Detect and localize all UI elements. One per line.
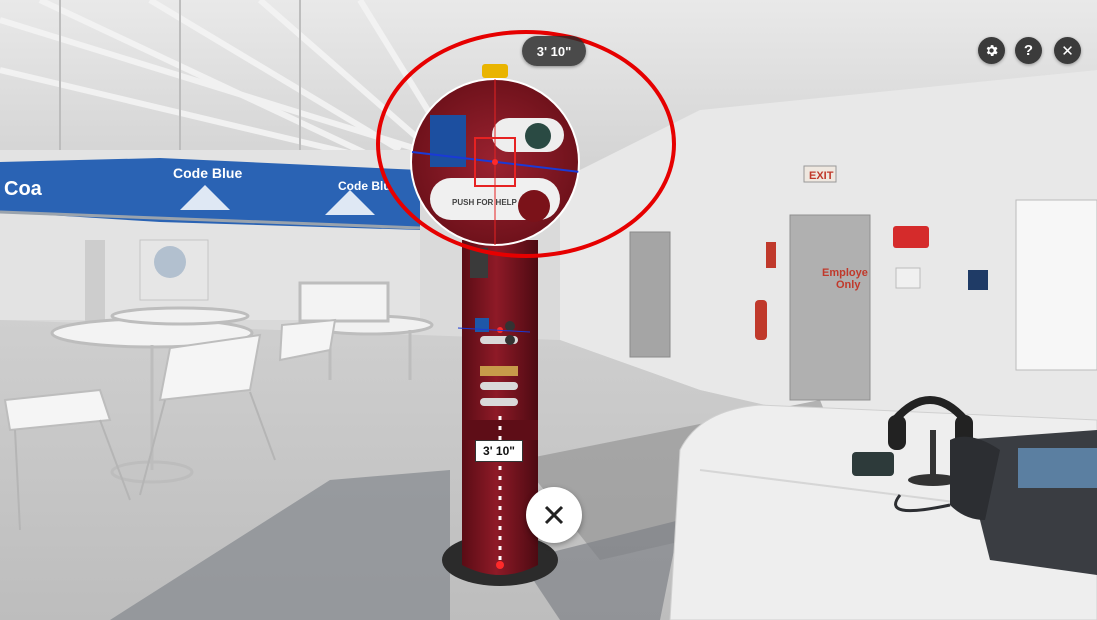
close-tour-button[interactable]: ✕ [1054,37,1081,64]
door-sign-line-2: Only [836,279,861,291]
banner-text-1: Code Blue [173,165,242,181]
banner-text-2: Code Blu [338,179,391,193]
settings-button[interactable] [978,37,1005,64]
close-icon: ✕ [1061,42,1074,60]
close-measurement-button[interactable] [526,487,582,543]
tour-viewer[interactable]: Code Blue Code Blu Coa Employe Only EXIT [0,0,1097,620]
banner-text-left: Coa [4,178,43,200]
beacon-light [482,64,508,78]
callbox-label: PUSH FOR HELP [452,198,518,207]
door-sign-line-1: Employe [822,267,868,279]
door-left [629,231,671,358]
help-button[interactable]: ? [1015,37,1042,64]
gear-icon [986,45,998,56]
close-icon [544,505,564,525]
magnifier-loupe: PUSH FOR HELP [410,78,580,246]
measure-end-point [496,561,504,569]
door-employee [789,214,871,401]
measurement-readout-top: 3' 10" [522,36,586,66]
exit-sign: EXIT [809,170,834,182]
help-icon: ? [1023,42,1034,59]
measurement-label: 3' 10" [475,440,523,462]
